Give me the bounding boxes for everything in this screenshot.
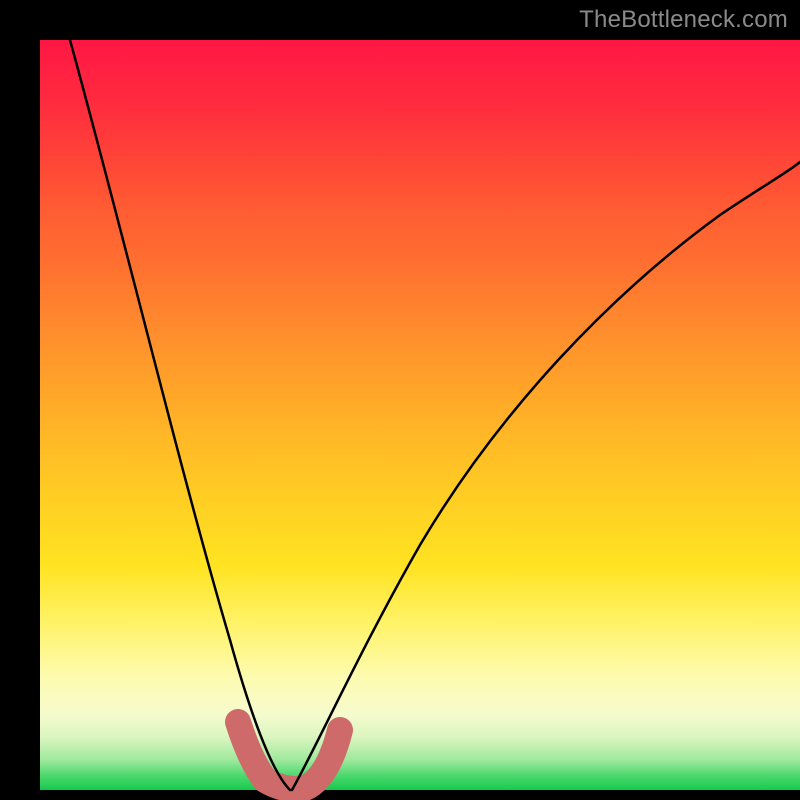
right-curve-path (292, 162, 800, 790)
watermark-text: TheBottleneck.com (579, 6, 788, 34)
plot-area (40, 40, 800, 790)
chart-frame: TheBottleneck.com (0, 0, 800, 800)
curve-layer (40, 40, 800, 790)
bottom-highlight-path (238, 722, 340, 789)
left-curve-path (70, 40, 290, 790)
